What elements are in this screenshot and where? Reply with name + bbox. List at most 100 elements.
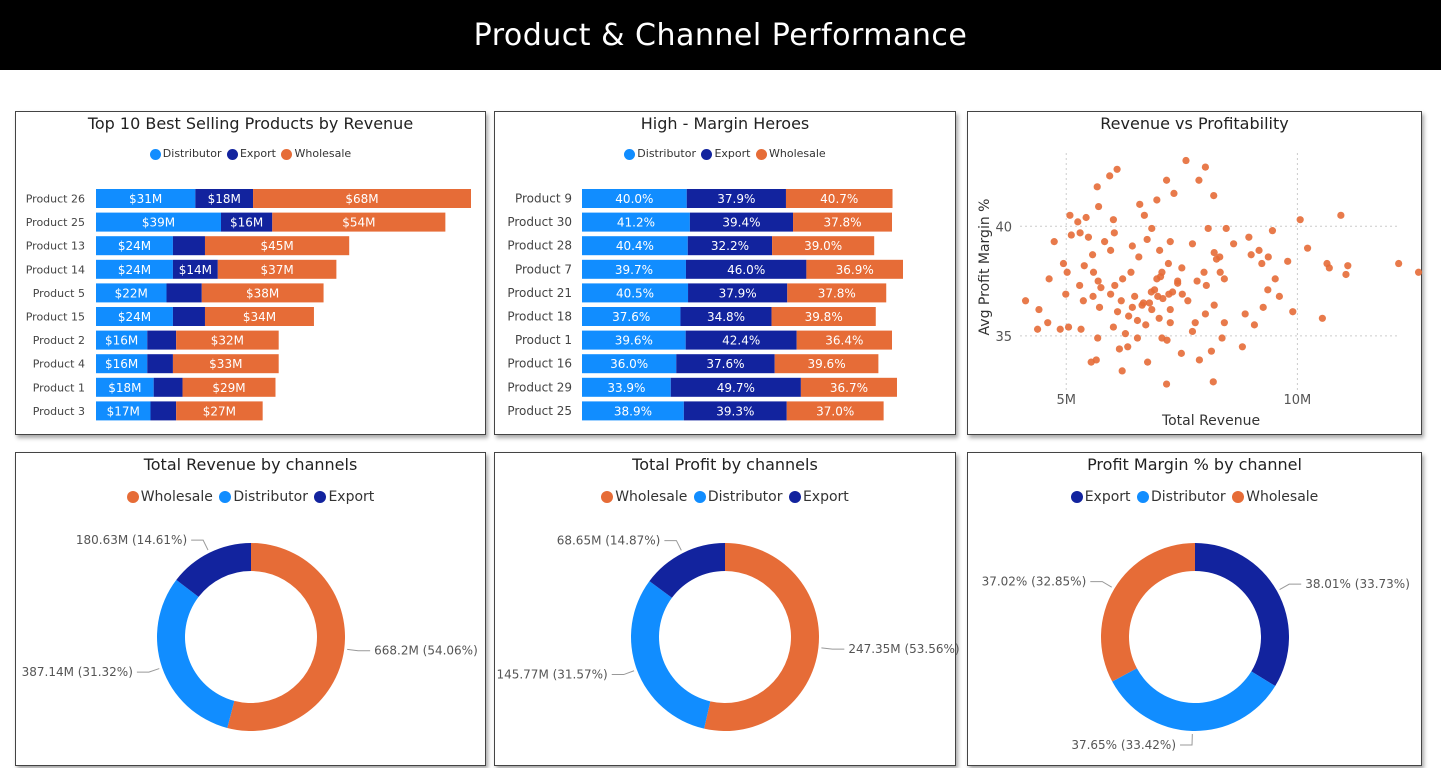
scatter-point <box>1216 253 1224 261</box>
category-label: Product 18 <box>507 310 572 324</box>
data-label: $39M <box>142 216 175 230</box>
margin-by-channel-card[interactable]: Profit Margin % by channel Export Distri… <box>967 452 1422 766</box>
scatter-point <box>1066 211 1074 219</box>
scatter-point <box>1109 323 1117 331</box>
scatter-point <box>1259 303 1267 311</box>
category-label: Product 15 <box>26 311 85 324</box>
scatter-point <box>1113 165 1121 173</box>
category-label: Product 5 <box>33 287 85 300</box>
bar-segment-export <box>147 354 173 374</box>
scatter-point <box>1050 238 1058 246</box>
category-label: Product 30 <box>507 215 572 229</box>
top10-products-card[interactable]: Top 10 Best Selling Products by Revenue … <box>15 111 486 435</box>
data-label: $16M <box>105 334 138 348</box>
scatter-point <box>1087 358 1095 366</box>
slice-label: 247.35M (53.56%) <box>848 642 959 656</box>
scatter-point <box>1138 301 1146 309</box>
slice-label: 145.77M (31.57%) <box>496 668 607 682</box>
scatter-point <box>1124 343 1132 351</box>
category-label: Product 4 <box>33 358 85 371</box>
category-label: Product 25 <box>507 404 572 418</box>
data-label: $68M <box>345 192 378 206</box>
scatter-point <box>1344 262 1352 270</box>
scatter-point <box>1143 235 1151 244</box>
data-label: 33.9% <box>607 381 645 395</box>
data-label: 41.2% <box>617 216 655 230</box>
scatter-point <box>1148 224 1156 233</box>
data-label: 37.0% <box>816 404 854 418</box>
bar-segment-export <box>150 401 177 421</box>
bar-segment-export <box>172 307 205 326</box>
donut-slice-distributor <box>1112 668 1276 731</box>
data-label: 34.8% <box>707 310 745 324</box>
scatter-point <box>1045 275 1053 283</box>
data-label: $54M <box>342 216 375 230</box>
data-label: 39.0% <box>804 239 842 253</box>
scatter-point <box>1095 303 1104 311</box>
slice-label: 68.65M (14.87%) <box>557 534 661 548</box>
data-label: 42.4% <box>722 334 760 348</box>
slice-label: 668.2M (54.06%) <box>374 644 478 658</box>
margin-heroes-card[interactable]: High - Margin Heroes Distributor Export … <box>494 111 956 435</box>
scatter-point <box>1133 334 1142 342</box>
scatter-point <box>1264 253 1272 261</box>
data-label: $27M <box>203 404 236 418</box>
scatter-point <box>1178 290 1186 298</box>
leader-line <box>821 647 845 650</box>
scatter-point <box>1106 172 1114 180</box>
data-label: $34M <box>243 310 276 324</box>
scatter-point <box>1067 231 1075 239</box>
data-label: 39.8% <box>805 310 843 324</box>
y-tick-label: 40 <box>995 220 1012 235</box>
scatter-point <box>1250 321 1259 329</box>
scatter-point <box>1325 264 1333 272</box>
category-label: Product 21 <box>507 286 572 300</box>
slice-label: 37.02% (32.85%) <box>982 575 1087 589</box>
scatter-point <box>1238 343 1246 351</box>
scatter-point <box>1337 211 1345 219</box>
scatter-point <box>1021 297 1030 305</box>
scatter-point <box>1200 268 1208 276</box>
leader-line <box>611 670 635 676</box>
data-label: $22M <box>115 286 148 300</box>
category-label: Product 3 <box>33 405 85 418</box>
scatter-point <box>1207 347 1216 355</box>
data-label: 40.7% <box>820 192 858 206</box>
scatter-point <box>1318 314 1326 322</box>
slice-label: 37.65% (33.42%) <box>1071 738 1176 752</box>
scatter-point <box>1230 240 1238 248</box>
leader-line <box>1090 581 1112 588</box>
scatter-point <box>1093 183 1101 191</box>
scatter-point <box>1220 319 1228 327</box>
y-axis-label: Avg Profit Margin % <box>977 199 993 336</box>
data-label: 40.0% <box>615 192 653 206</box>
data-label: 37.8% <box>818 286 856 300</box>
data-label: 49.7% <box>717 381 755 395</box>
scatter-point <box>1128 242 1136 250</box>
margin-donut-chart: 38.01% (33.73%) 37.65% (33.42%) 37.02% (32… <box>982 543 1410 752</box>
revenue-by-channels-card[interactable]: Total Revenue by channels Wholesale Dist… <box>15 452 486 766</box>
scatter-point <box>1044 319 1052 327</box>
scatter-point <box>1113 308 1122 316</box>
scatter-point <box>1107 246 1115 254</box>
scatter-point <box>1084 233 1093 241</box>
data-label: $45M <box>260 239 293 253</box>
scatter-point <box>1218 334 1226 342</box>
scatter-point <box>1111 281 1119 290</box>
scatter-point <box>1089 292 1097 300</box>
data-label: $24M <box>118 239 151 253</box>
scatter-point <box>1153 275 1161 283</box>
profit-by-channels-card[interactable]: Total Profit by channels Wholesale Distr… <box>494 452 960 766</box>
scatter-point <box>1296 216 1304 224</box>
scatter-point <box>1033 325 1042 333</box>
category-label: Product 14 <box>26 263 85 276</box>
scatter-point <box>1109 216 1117 224</box>
category-label: Product 1 <box>33 381 85 394</box>
scatter-point <box>1164 259 1173 268</box>
category-label: Product 2 <box>33 334 85 347</box>
scatter-point <box>1144 358 1152 366</box>
revenue-vs-profitability-card[interactable]: Revenue vs Profitability 35 40 5M 10M Total … <box>967 111 1423 435</box>
data-label: 36.0% <box>610 357 648 371</box>
data-label: 37.9% <box>717 192 755 206</box>
scatter-point <box>1245 233 1253 241</box>
